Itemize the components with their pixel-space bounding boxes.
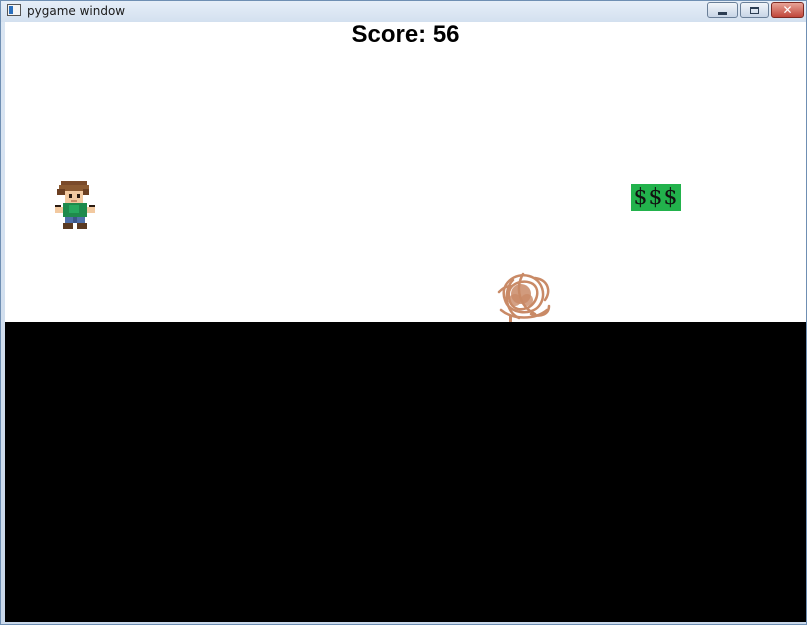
tumbleweed-obstacle: [497, 272, 551, 324]
maximize-button[interactable]: [740, 2, 769, 18]
title-bar[interactable]: pygame window ✕: [1, 1, 806, 22]
close-button[interactable]: ✕: [771, 2, 804, 18]
game-canvas[interactable]: Score: 56 $$$: [5, 22, 806, 622]
ground: [5, 322, 806, 622]
money-pickup: $$$: [631, 184, 681, 211]
score-display: Score: 56: [351, 22, 460, 48]
minimize-button[interactable]: [707, 2, 738, 18]
pygame-window: pygame window ✕ Score: 56 $$$: [0, 0, 807, 625]
app-icon: [7, 4, 21, 16]
close-icon: ✕: [782, 3, 793, 17]
player-character: [55, 181, 95, 229]
maximize-icon: [750, 6, 759, 14]
window-title: pygame window: [27, 4, 126, 18]
minimize-icon: [718, 11, 727, 15]
